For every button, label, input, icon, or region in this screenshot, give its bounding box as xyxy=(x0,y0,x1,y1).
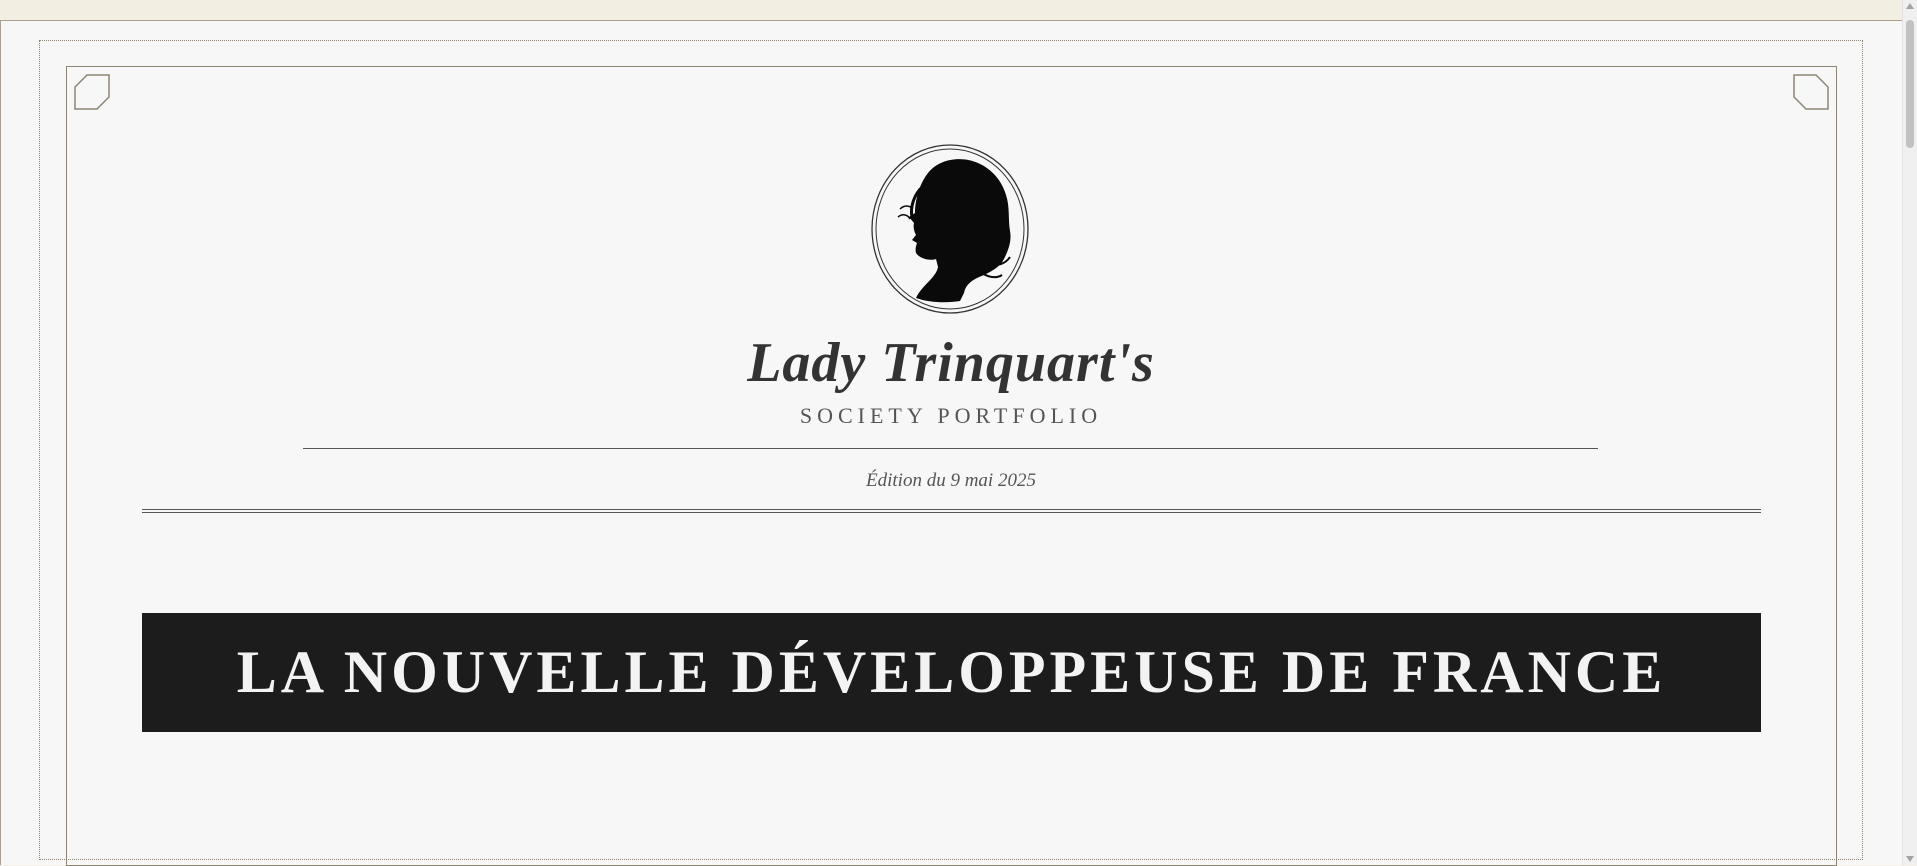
headline-banner: LA NOUVELLE DÉVELOPPEUSE DE FRANCE xyxy=(142,613,1761,732)
headline-text: LA NOUVELLE DÉVELOPPEUSE DE FRANCE xyxy=(236,639,1667,705)
publication-title: Lady Trinquart's xyxy=(747,332,1155,394)
scroll-thumb[interactable] xyxy=(1906,20,1914,148)
section-double-divider xyxy=(142,509,1761,513)
corner-ornament-top-right-icon xyxy=(1793,74,1829,110)
edition-date: Édition du 9 mai 2025 xyxy=(866,470,1036,491)
cameo-portrait-icon xyxy=(871,144,1029,314)
corner-ornament-top-left-icon xyxy=(74,74,110,110)
scroll-up-arrow-icon[interactable] xyxy=(1906,3,1914,9)
publication-subtitle: SOCIETY PORTFOLIO xyxy=(799,403,1103,428)
window-top-strip xyxy=(0,0,1902,20)
masthead-divider xyxy=(303,448,1598,449)
scroll-down-arrow-icon[interactable] xyxy=(1906,856,1914,862)
vertical-scrollbar[interactable] xyxy=(1902,0,1917,865)
